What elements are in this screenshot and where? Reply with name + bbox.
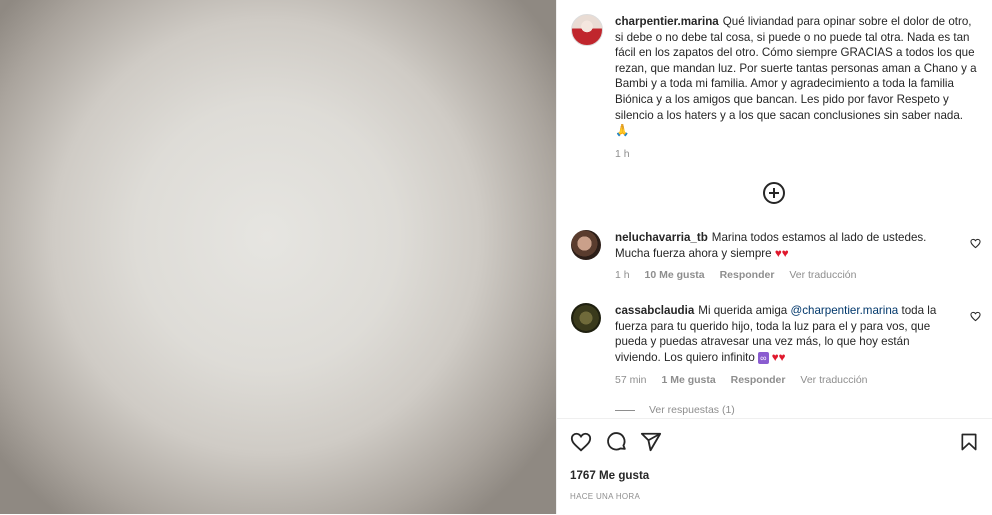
comment-meta: 1 h 10 Me gusta Responder Ver traducción (615, 269, 868, 281)
comment-likes[interactable]: 10 Me gusta (645, 269, 705, 281)
comment-body: Mi querida amiga (698, 304, 788, 317)
mention-link[interactable]: @charpentier.marina (790, 304, 898, 317)
avatar[interactable] (571, 14, 603, 46)
heart-emoji: ♥♥ (771, 350, 786, 364)
comment-icon[interactable] (606, 431, 628, 458)
heart-emoji: ♥♥ (774, 246, 789, 260)
translate-button[interactable]: Ver traducción (800, 374, 867, 386)
comment-username[interactable]: cassabclaudia (615, 304, 694, 317)
pray-emoji: 🙏 (615, 124, 630, 138)
post-timestamp: HACE UNA HORA (570, 492, 641, 501)
comment-username[interactable]: neluchavarria_tb (615, 231, 708, 244)
bookmark-icon[interactable] (959, 431, 979, 458)
view-replies-button[interactable]: Ver respuestas (1) (615, 404, 735, 416)
comment-likes[interactable]: 1 Me gusta (661, 374, 715, 386)
avatar[interactable] (571, 230, 601, 260)
share-icon[interactable] (640, 431, 662, 458)
comment-time: 1 h (615, 269, 630, 281)
comment-time: 57 min (615, 374, 647, 386)
reply-button[interactable]: Responder (731, 374, 786, 386)
post-actions: 1767 Me gusta HACE UNA HORA (557, 418, 992, 515)
caption-time: 1 h (615, 148, 630, 160)
view-replies-label: Ver respuestas (1) (649, 404, 735, 416)
infinity-emoji: ∞ (758, 351, 769, 364)
load-more-comments-button[interactable] (763, 182, 785, 204)
caption-text: charpentier.marina Qué liviandad para opi… (615, 14, 979, 139)
comment-like-heart-icon[interactable] (970, 311, 981, 325)
likes-count[interactable]: 1767 Me gusta (570, 469, 649, 482)
heart-icon[interactable] (570, 431, 592, 458)
reply-button[interactable]: Responder (720, 269, 775, 281)
comment-text: cassabclaudia Mi querida amiga @charpenti… (615, 303, 955, 365)
caption-body: Qué liviandad para opinar sobre el dolor… (615, 15, 977, 122)
caption-username[interactable]: charpentier.marina (615, 15, 719, 28)
comment-text: neluchavarria_tb Marina todos estamos al … (615, 230, 955, 261)
post-sidebar: charpentier.marina Qué liviandad para opi… (556, 0, 992, 515)
comment-like-heart-icon[interactable] (970, 238, 981, 252)
post-image (0, 0, 556, 514)
comment-meta: 57 min 1 Me gusta Responder Ver traducci… (615, 374, 880, 386)
avatar[interactable] (571, 303, 601, 333)
translate-button[interactable]: Ver traducción (789, 269, 856, 281)
replies-divider (615, 409, 635, 411)
